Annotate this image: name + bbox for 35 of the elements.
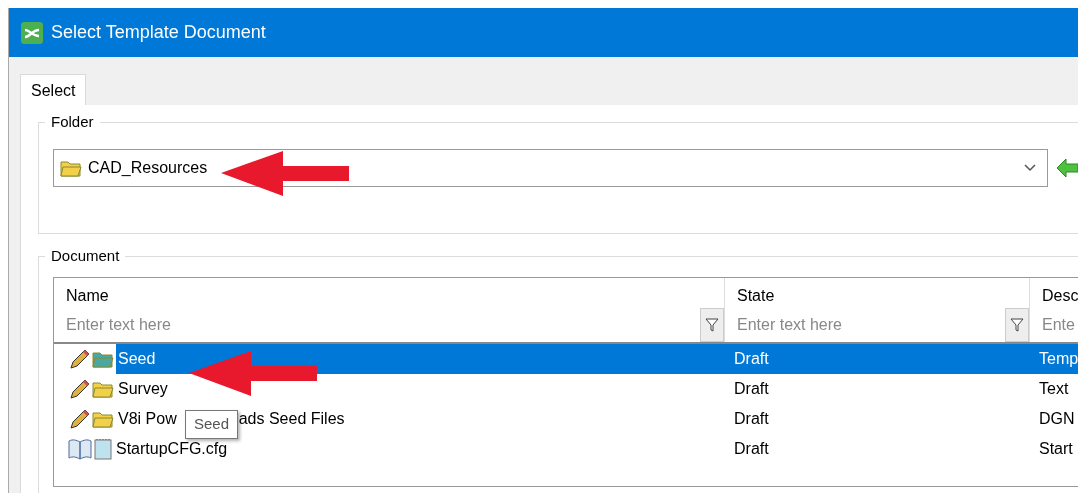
table-cell-text: Text — [1038, 379, 1070, 399]
notepad-icon — [94, 438, 112, 460]
filter-icon — [1010, 318, 1024, 332]
window-title: Select Template Document — [51, 21, 266, 44]
table-cell: Temp — [1029, 344, 1078, 374]
pencil-icon — [68, 408, 90, 430]
book-icon — [68, 438, 92, 460]
folder-icon — [92, 409, 114, 429]
filter-icon — [705, 318, 719, 332]
table-cell: Draft — [724, 344, 1029, 374]
tooltip-popup: Seed — [185, 410, 239, 439]
name-cell[interactable]: Seed — [116, 344, 724, 374]
name-text: ads Seed Files — [238, 410, 345, 427]
name-cell[interactable]: Survey — [116, 374, 724, 404]
column-header[interactable]: State — [725, 278, 1029, 308]
folder-icon — [92, 379, 114, 399]
table-cell-text: Start — [1038, 439, 1074, 459]
pencil-icon — [68, 378, 90, 400]
table-cell-text: Draft — [733, 439, 770, 459]
folder-icon — [92, 349, 114, 369]
column-header[interactable]: Desc — [1030, 278, 1078, 308]
app-icon — [21, 21, 43, 44]
name-text: V8i Pow — [118, 410, 177, 427]
table-cell-text: DGN — [1038, 409, 1076, 429]
folder-dropdown[interactable]: CAD_Resources — [53, 149, 1048, 187]
column-header[interactable]: Name — [54, 278, 724, 308]
filter-button[interactable] — [700, 308, 724, 342]
table-cell-text: Draft — [733, 409, 770, 429]
back-arrow-icon[interactable] — [1056, 158, 1078, 178]
table-cell-text: Draft — [733, 379, 770, 399]
filter-button[interactable] — [1005, 308, 1029, 342]
tab[interactable]: Select — [20, 74, 87, 105]
pencil-icon — [68, 348, 90, 370]
folder-icon — [60, 158, 82, 178]
chevron-down-icon — [1023, 163, 1037, 173]
